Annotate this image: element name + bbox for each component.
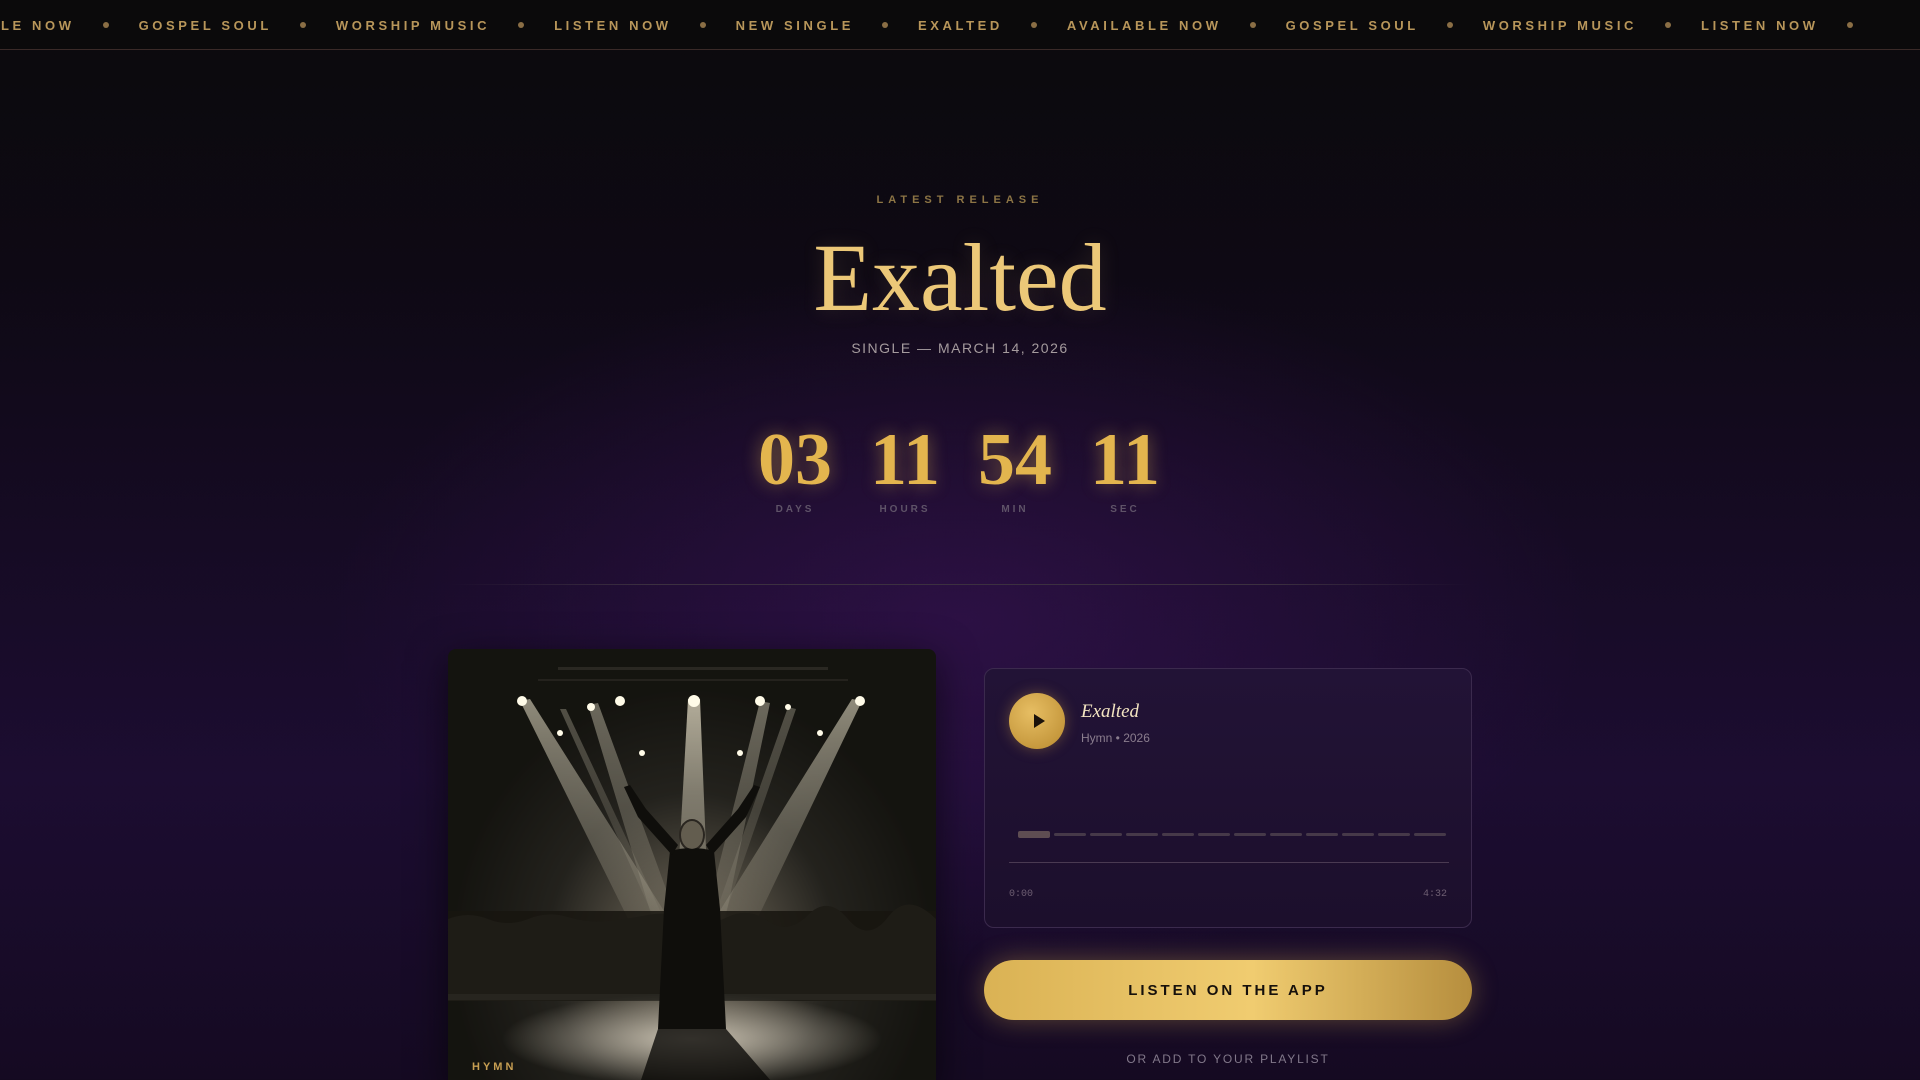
marquee-item: NEW SINGLE <box>736 18 918 33</box>
marquee-item: AVAILABLE NOW <box>1067 18 1286 33</box>
marquee-item: LISTEN NOW <box>1701 18 1883 33</box>
waveform-segment <box>1378 833 1410 836</box>
marquee-track: BLE NOW GOSPEL SOUL WORSHIP MUSIC LISTEN… <box>0 0 1883 49</box>
countdown-seconds: 11 SEC <box>1070 418 1180 515</box>
eyebrow-label: LATEST RELEASE <box>876 194 1044 206</box>
marquee-item: BLE NOW <box>0 18 139 33</box>
album-artwork-illustration <box>448 649 936 1080</box>
progress-track[interactable] <box>1009 862 1449 863</box>
countdown-label: DAYS <box>775 504 815 515</box>
section-divider <box>450 584 1470 585</box>
time-elapsed: 0:00 <box>1009 889 1034 900</box>
waveform-segment <box>1126 833 1158 836</box>
play-icon <box>1033 714 1045 728</box>
album-cover: HYMN <box>448 649 936 1080</box>
separator-dot <box>1446 22 1453 28</box>
waveform-segment <box>1018 831 1050 838</box>
play-button[interactable] <box>1009 693 1065 749</box>
separator-dot <box>102 22 109 28</box>
separator-dot <box>1249 22 1256 28</box>
waveform-segment <box>1198 833 1230 836</box>
separator-dot <box>1030 22 1037 28</box>
marquee-banner: BLE NOW GOSPEL SOUL WORSHIP MUSIC LISTEN… <box>0 0 1920 50</box>
marquee-item: GOSPEL SOUL <box>1286 18 1483 33</box>
waveform-segment <box>1162 833 1194 836</box>
album-genre-label: HYMN <box>472 1061 517 1073</box>
track-meta: Hymn • 2026 <box>1081 731 1150 745</box>
countdown-minutes: 54 MIN <box>960 418 1070 515</box>
separator-dot <box>699 22 706 28</box>
countdown-timer: 03 DAYS 11 HOURS 54 MIN 11 SEC <box>0 418 1920 515</box>
waveform-segment <box>1090 833 1122 836</box>
waveform-segment <box>1342 833 1374 836</box>
marquee-item: EXALTED <box>918 18 1067 33</box>
countdown-value: 11 <box>1090 419 1160 501</box>
separator-dot <box>882 22 889 28</box>
audio-player-card: Exalted Hymn • 2026 0:00 4:32 <box>984 668 1472 928</box>
marquee-item: GOSPEL SOUL <box>139 18 336 33</box>
waveform-segment <box>1054 833 1086 836</box>
countdown-days: 03 DAYS <box>740 418 850 515</box>
countdown-value: 54 <box>978 419 1052 501</box>
release-subtitle: SINGLE — MARCH 14, 2026 <box>851 340 1069 356</box>
separator-dot <box>1665 22 1672 28</box>
countdown-hours: 11 HOURS <box>850 418 960 515</box>
waveform-segment <box>1306 833 1338 836</box>
track-title: Exalted <box>1081 701 1140 722</box>
separator-dot <box>518 22 525 28</box>
countdown-label: SEC <box>1110 504 1140 515</box>
countdown-label: MIN <box>1001 504 1029 515</box>
time-total: 4:32 <box>1422 889 1447 900</box>
waveform-segment <box>1234 833 1266 836</box>
separator-dot <box>1846 22 1853 28</box>
marquee-item: WORSHIP MUSIC <box>336 18 554 33</box>
add-to-playlist-link[interactable]: OR ADD TO YOUR PLAYLIST <box>984 1052 1472 1066</box>
separator-dot <box>299 22 306 28</box>
waveform-segment <box>1414 833 1446 836</box>
marquee-item: LISTEN NOW <box>554 18 736 33</box>
marquee-item: WORSHIP MUSIC <box>1483 18 1701 33</box>
countdown-value: 11 <box>870 419 940 501</box>
release-title: Exalted <box>813 224 1107 331</box>
countdown-label: HOURS <box>879 504 931 515</box>
waveform[interactable] <box>1018 831 1446 838</box>
countdown-value: 03 <box>758 419 832 501</box>
listen-on-app-button[interactable]: LISTEN ON THE APP <box>984 960 1472 1020</box>
waveform-segment <box>1270 833 1302 836</box>
